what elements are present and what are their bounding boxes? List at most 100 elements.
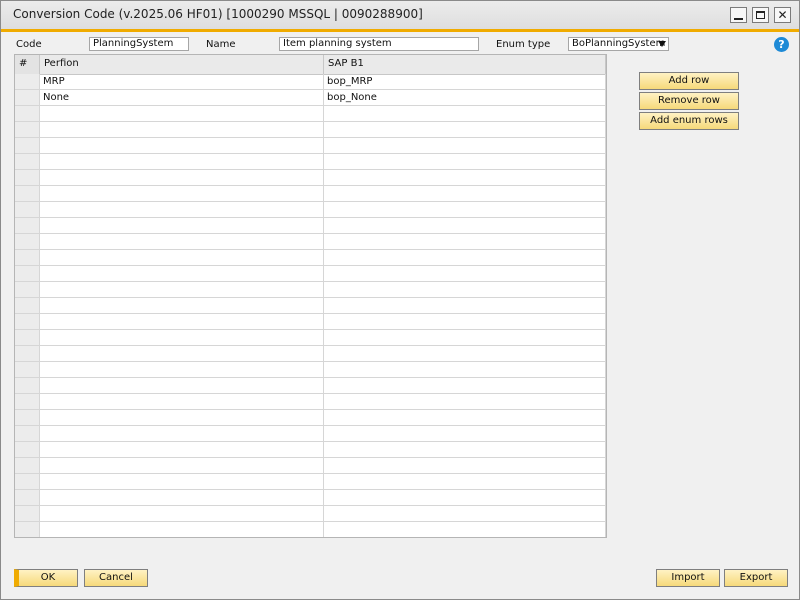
sap-b1-cell[interactable]	[324, 186, 606, 201]
perfion-cell[interactable]	[40, 458, 324, 473]
row-number-cell[interactable]	[15, 298, 40, 313]
row-number-cell[interactable]	[15, 378, 40, 393]
table-row[interactable]	[15, 106, 606, 122]
enum-type-select[interactable]: BoPlanningSystem	[568, 37, 669, 51]
sap-b1-cell[interactable]	[324, 474, 606, 489]
sap-b1-cell[interactable]	[324, 298, 606, 313]
table-row[interactable]	[15, 122, 606, 138]
row-number-cell[interactable]	[15, 426, 40, 441]
title-bar[interactable]: Conversion Code (v.2025.06 HF01) [100029…	[1, 1, 799, 32]
sap-b1-cell[interactable]	[324, 250, 606, 265]
table-row[interactable]	[15, 378, 606, 394]
perfion-cell[interactable]	[40, 186, 324, 201]
perfion-cell[interactable]	[40, 442, 324, 457]
row-number-cell[interactable]	[15, 394, 40, 409]
row-number-cell[interactable]	[15, 346, 40, 361]
row-number-cell[interactable]	[15, 170, 40, 185]
table-row[interactable]	[15, 474, 606, 490]
row-number-cell[interactable]	[15, 202, 40, 217]
perfion-cell[interactable]	[40, 218, 324, 233]
import-button[interactable]: Import	[656, 569, 720, 587]
row-number-cell[interactable]	[15, 218, 40, 233]
column-header-sap-b1[interactable]: SAP B1	[324, 55, 606, 74]
table-row[interactable]	[15, 442, 606, 458]
row-number-cell[interactable]	[15, 442, 40, 457]
table-row[interactable]: MRP bop_MRP	[15, 74, 606, 90]
perfion-cell[interactable]	[40, 250, 324, 265]
row-number-cell[interactable]	[15, 474, 40, 489]
table-row[interactable]	[15, 330, 606, 346]
table-row[interactable]	[15, 138, 606, 154]
sap-b1-cell[interactable]	[324, 266, 606, 281]
name-field[interactable]: Item planning system	[279, 37, 479, 51]
perfion-cell[interactable]	[40, 138, 324, 153]
perfion-cell[interactable]: MRP	[40, 74, 324, 89]
table-row[interactable]	[15, 282, 606, 298]
column-header-perfion[interactable]: Perfion	[40, 55, 324, 74]
perfion-cell[interactable]	[40, 394, 324, 409]
table-row[interactable]	[15, 522, 606, 537]
row-number-cell[interactable]	[15, 490, 40, 505]
sap-b1-cell[interactable]	[324, 170, 606, 185]
perfion-cell[interactable]	[40, 522, 324, 537]
perfion-cell[interactable]	[40, 298, 324, 313]
perfion-cell[interactable]	[40, 474, 324, 489]
sap-b1-cell[interactable]	[324, 522, 606, 537]
minimize-button[interactable]	[730, 7, 747, 23]
sap-b1-cell[interactable]	[324, 362, 606, 377]
add-enum-rows-button[interactable]: Add enum rows	[639, 112, 739, 130]
perfion-cell[interactable]	[40, 490, 324, 505]
row-number-cell[interactable]	[15, 314, 40, 329]
chevron-down-icon[interactable]	[658, 41, 666, 47]
sap-b1-cell[interactable]	[324, 458, 606, 473]
row-number-cell[interactable]	[15, 250, 40, 265]
row-number-cell[interactable]	[15, 506, 40, 521]
table-row[interactable]	[15, 426, 606, 442]
perfion-cell[interactable]	[40, 346, 324, 361]
sap-b1-cell[interactable]	[324, 506, 606, 521]
sap-b1-cell[interactable]	[324, 490, 606, 505]
row-number-cell[interactable]	[15, 410, 40, 425]
table-row[interactable]	[15, 234, 606, 250]
perfion-cell[interactable]	[40, 202, 324, 217]
table-row[interactable]	[15, 170, 606, 186]
table-row[interactable]: None bop_None	[15, 90, 606, 106]
table-row[interactable]	[15, 218, 606, 234]
sap-b1-cell[interactable]	[324, 394, 606, 409]
row-number-cell[interactable]	[15, 362, 40, 377]
row-number-cell[interactable]	[15, 458, 40, 473]
sap-b1-cell[interactable]	[324, 154, 606, 169]
perfion-cell[interactable]	[40, 378, 324, 393]
table-row[interactable]	[15, 410, 606, 426]
row-number-cell[interactable]	[15, 122, 40, 137]
remove-row-button[interactable]: Remove row	[639, 92, 739, 110]
help-icon[interactable]: ?	[774, 37, 789, 52]
perfion-cell[interactable]	[40, 122, 324, 137]
table-row[interactable]	[15, 266, 606, 282]
sap-b1-cell[interactable]: bop_MRP	[324, 74, 606, 89]
perfion-cell[interactable]	[40, 426, 324, 441]
sap-b1-cell[interactable]	[324, 106, 606, 121]
table-row[interactable]	[15, 202, 606, 218]
perfion-cell[interactable]	[40, 106, 324, 121]
table-row[interactable]	[15, 346, 606, 362]
perfion-cell[interactable]	[40, 266, 324, 281]
export-button[interactable]: Export	[724, 569, 788, 587]
table-row[interactable]	[15, 314, 606, 330]
row-number-cell[interactable]	[15, 74, 40, 89]
perfion-cell[interactable]: None	[40, 90, 324, 105]
sap-b1-cell[interactable]	[324, 410, 606, 425]
sap-b1-cell[interactable]	[324, 314, 606, 329]
row-number-cell[interactable]	[15, 266, 40, 281]
table-row[interactable]	[15, 186, 606, 202]
sap-b1-cell[interactable]	[324, 202, 606, 217]
sap-b1-cell[interactable]	[324, 426, 606, 441]
row-number-cell[interactable]	[15, 90, 40, 105]
sap-b1-cell[interactable]	[324, 122, 606, 137]
sap-b1-cell[interactable]: bop_None	[324, 90, 606, 105]
table-row[interactable]	[15, 250, 606, 266]
perfion-cell[interactable]	[40, 282, 324, 297]
sap-b1-cell[interactable]	[324, 346, 606, 361]
row-number-cell[interactable]	[15, 282, 40, 297]
perfion-cell[interactable]	[40, 362, 324, 377]
